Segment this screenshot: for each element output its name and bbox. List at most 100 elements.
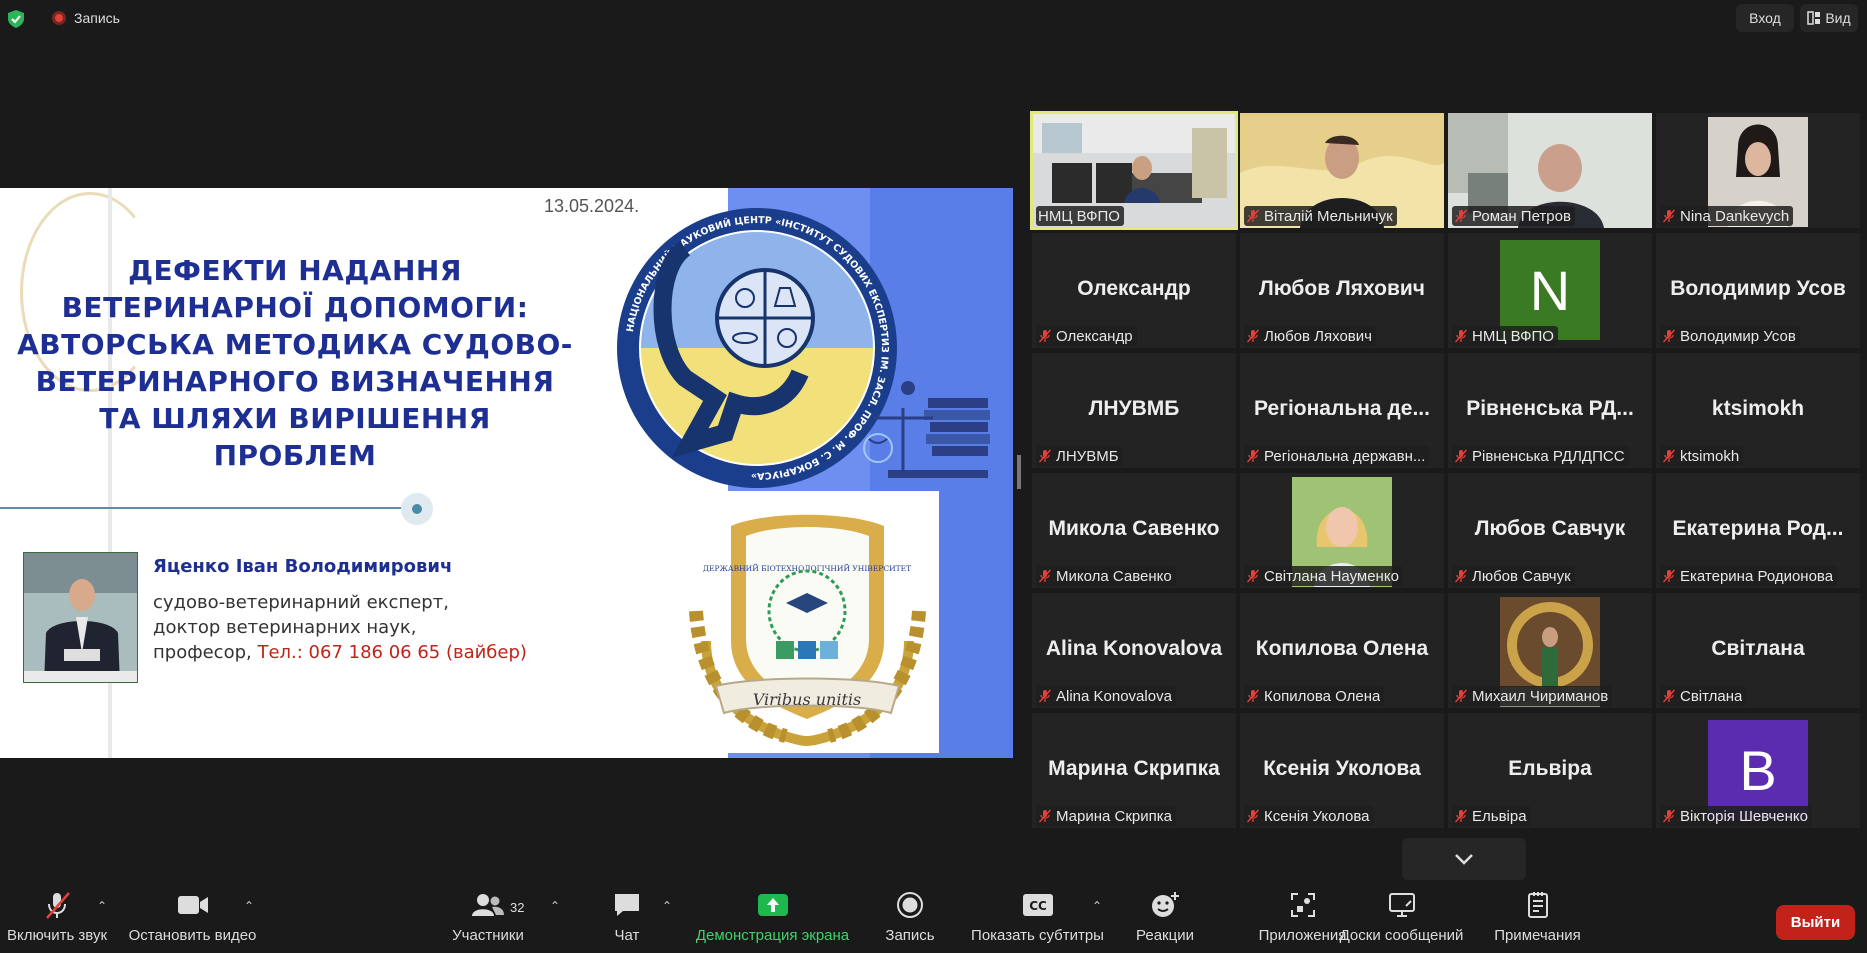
participant-tile[interactable]: Олександр Олександр — [1032, 233, 1236, 348]
participant-tile[interactable]: Марина Скрипка Марина Скрипка — [1032, 713, 1236, 828]
participants-options-caret-icon[interactable]: ⌃ — [550, 899, 560, 913]
mic-muted-icon — [1038, 809, 1052, 823]
participant-name-label: Екатерина Родионова — [1660, 566, 1838, 586]
participant-tile[interactable]: Nina Dankevych — [1656, 113, 1860, 228]
participant-tile[interactable]: Любов Савчук Любов Савчук — [1448, 473, 1652, 588]
stop-video-button[interactable]: Остановить видео — [125, 885, 260, 953]
participant-avatar-letter: N — [1500, 240, 1600, 340]
recording-dot-icon — [52, 11, 66, 25]
participant-display-name: ЛНУВМБ — [1088, 397, 1180, 420]
participants-label: Участники — [452, 927, 524, 944]
participant-name: Любов Савчук — [1472, 567, 1571, 585]
participant-name-label: Олександр — [1036, 326, 1137, 346]
show-captions-label: Показать субтитры — [971, 927, 1104, 944]
apps-label: Приложения — [1258, 927, 1347, 944]
record-button[interactable]: Запись — [880, 885, 940, 953]
chevron-down-icon — [1455, 854, 1473, 865]
mic-muted-icon — [46, 892, 70, 919]
reactions-button[interactable]: Реакции — [1130, 885, 1200, 953]
mic-muted-icon — [1038, 329, 1052, 343]
participant-tile[interactable]: Микола Савенко Микола Савенко — [1032, 473, 1236, 588]
participant-tile[interactable]: ЛНУВМБ ЛНУВМБ — [1032, 353, 1236, 468]
participant-tile[interactable]: Ксенія Уколова Ксенія Уколова — [1240, 713, 1444, 828]
speaker-info: судово-ветеринарний експерт, доктор вете… — [153, 590, 527, 665]
participants-button[interactable]: Участники — [448, 885, 528, 953]
participant-name-label: Рівненська РДЛДПСС — [1452, 446, 1629, 466]
participant-name-label: Ельвіра — [1452, 806, 1531, 826]
apps-icon — [1290, 893, 1315, 917]
chat-button[interactable]: Чат — [600, 885, 654, 953]
participant-name: Роман Петров — [1472, 207, 1571, 225]
participant-tile[interactable]: Роман Петров — [1448, 113, 1652, 228]
panel-resize-handle[interactable] — [1017, 455, 1021, 489]
participant-name: Віталій Мельничук — [1264, 207, 1393, 225]
participant-name: ktsimokh — [1680, 447, 1740, 465]
participant-name-label: Nina Dankevych — [1660, 206, 1794, 226]
mic-muted-icon — [1038, 449, 1052, 463]
participant-tile[interactable]: Екатерина Род... Екатерина Родионова — [1656, 473, 1860, 588]
gallery-scroll-down-button[interactable] — [1402, 838, 1526, 880]
participant-display-name: Ксенія Уколова — [1263, 757, 1421, 780]
participant-display-name: Світлана — [1711, 637, 1805, 660]
logo2-motto: Viribus unitis — [753, 690, 861, 709]
participant-tile[interactable]: Ельвіра Ельвіра — [1448, 713, 1652, 828]
participant-tile[interactable]: Віталій Мельничук — [1240, 113, 1444, 228]
participant-name-label: Михаил Чириманов — [1452, 686, 1613, 706]
mic-muted-icon — [1454, 689, 1468, 703]
recording-indicator[interactable]: Запись — [44, 7, 128, 29]
participant-name-label: Копилова Олена — [1244, 686, 1385, 706]
shared-screen[interactable]: 13.05.2024. ДЕФЕКТИ НАДАННЯ ВЕТЕРИНАРНОЇ… — [0, 188, 1013, 758]
leave-meeting-button[interactable]: Выйти — [1776, 905, 1855, 940]
participant-name: Екатерина Родионова — [1680, 567, 1834, 585]
mic-muted-icon — [1246, 209, 1260, 223]
audio-options-caret-icon[interactable]: ⌃ — [97, 899, 107, 913]
speaker-line-2: доктор ветеринарних наук, — [153, 617, 417, 638]
notes-button[interactable]: Примечания — [1490, 885, 1585, 953]
participant-tile[interactable]: Світлана Науменко — [1240, 473, 1444, 588]
participant-display-name: Регіональна де... — [1254, 397, 1430, 420]
participant-tile[interactable]: Михаил Чириманов — [1448, 593, 1652, 708]
mic-muted-icon — [1662, 809, 1676, 823]
mic-muted-icon — [1454, 569, 1468, 583]
participant-name-label: ktsimokh — [1660, 446, 1744, 466]
captions-options-caret-icon[interactable]: ⌃ — [1092, 899, 1102, 913]
mic-muted-icon — [1246, 569, 1260, 583]
participant-tile[interactable]: Володимир Усов Володимир Усов — [1656, 233, 1860, 348]
participant-tile[interactable]: Копилова Олена Копилова Олена — [1240, 593, 1444, 708]
participant-tile[interactable]: B Вікторія Шевченко — [1656, 713, 1860, 828]
unmute-button[interactable]: Включить звук — [2, 885, 112, 953]
participant-name: Ельвіра — [1472, 807, 1527, 825]
mic-muted-icon — [1662, 209, 1676, 223]
share-screen-button[interactable]: Демонстрация экрана — [690, 885, 855, 953]
participant-tile[interactable]: Регіональна де... Регіональна державн... — [1240, 353, 1444, 468]
participant-tile[interactable]: НМЦ ВФПО — [1030, 111, 1238, 230]
slide-divider-dot — [401, 493, 433, 525]
participant-name: Ксенія Уколова — [1264, 807, 1370, 825]
participant-tile[interactable]: Рівненська РД... Рівненська РДЛДПСС — [1448, 353, 1652, 468]
speaker-photo — [23, 552, 138, 683]
video-options-caret-icon[interactable]: ⌃ — [244, 899, 254, 913]
login-button[interactable]: Вход — [1736, 4, 1794, 32]
participant-tile[interactable]: Любов Ляхович Любов Ляхович — [1240, 233, 1444, 348]
university-crest: ДЕРЖАВНИЙ БІОТЕХНОЛОГІЧНИЙ УНІВЕРСИТЕТ V… — [676, 491, 939, 753]
participant-tile[interactable]: Alina Konovalova Alina Konovalova — [1032, 593, 1236, 708]
mic-muted-icon — [1454, 209, 1468, 223]
participant-name-label: Володимир Усов — [1660, 326, 1800, 346]
chat-options-caret-icon[interactable]: ⌃ — [662, 899, 672, 913]
participant-tile[interactable]: Світлана Світлана — [1656, 593, 1860, 708]
captions-icon-text: CC — [1029, 899, 1047, 913]
security-shield-icon[interactable] — [8, 10, 24, 28]
mic-muted-icon — [1038, 569, 1052, 583]
view-button[interactable]: Вид — [1800, 4, 1858, 32]
slide-title: ДЕФЕКТИ НАДАННЯ ВЕТЕРИНАРНОЇ ДОПОМОГИ: А… — [17, 254, 573, 472]
participant-display-name: Ельвіра — [1508, 757, 1592, 780]
whiteboards-button[interactable]: Доски сообщений — [1335, 885, 1468, 953]
show-captions-button[interactable]: CC Показать субтитры — [970, 885, 1105, 953]
mic-muted-icon — [1038, 689, 1052, 703]
speaker-name: Яценко Іван Володимирович — [153, 556, 453, 577]
participant-tile[interactable]: ktsimokh ktsimokh — [1656, 353, 1860, 468]
chat-label: Чат — [614, 927, 640, 944]
mic-muted-icon — [1662, 449, 1676, 463]
speaker-line-1: судово-ветеринарний експерт, — [153, 592, 449, 613]
participant-tile[interactable]: N НМЦ ВФПО — [1448, 233, 1652, 348]
